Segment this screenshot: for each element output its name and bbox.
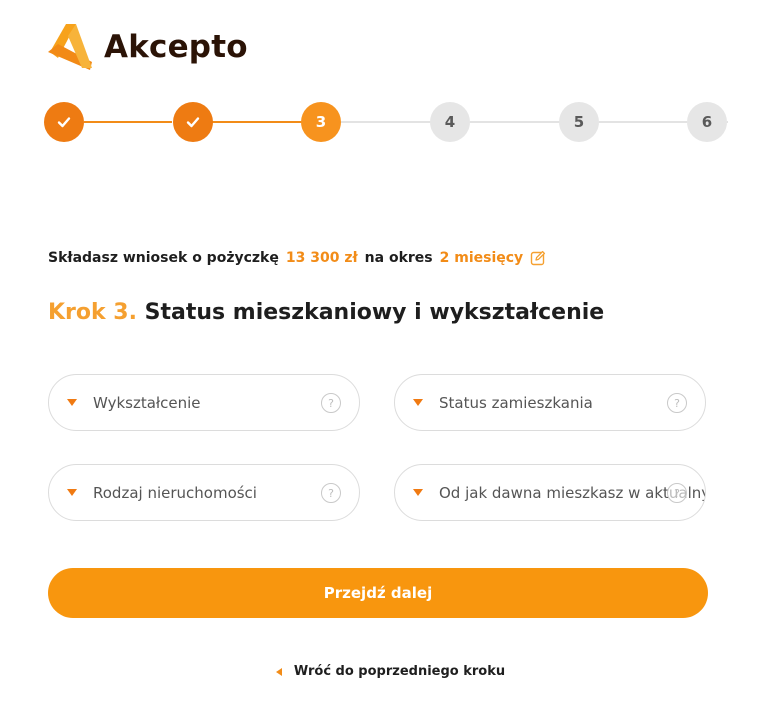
step-5: 5 [559,102,599,142]
education-placeholder: Wykształcenie [93,393,201,412]
step-connector-4 [470,121,560,123]
step-number-label: Krok 3. [48,300,137,325]
loan-period: 2 miesięcy [439,250,524,266]
akcepto-logo-icon [48,24,92,70]
back-link-label: Wróć do poprzedniego kroku [293,664,506,679]
step-4: 4 [430,102,470,142]
residence-since-placeholder: Od jak dawna mieszkasz w aktualnym [439,483,706,502]
step-connector-1 [84,121,172,123]
brand-logo[interactable]: Akcepto [44,22,248,72]
step-3: 3 [301,102,341,142]
page-title: Krok 3. Status mieszkaniowy i wykształce… [48,300,604,325]
step-connector-5 [599,121,689,123]
check-icon [57,117,71,128]
summary-middle: na okres [364,250,433,266]
chevron-down-icon [67,489,77,496]
progress-stepper: 3 4 5 6 [44,102,728,142]
chevron-down-icon [67,399,77,406]
help-icon[interactable]: ? [667,393,687,413]
residence-since-select[interactable]: Od jak dawna mieszkasz w aktualnym ? [394,464,706,521]
back-link[interactable]: Wróć do poprzedniego kroku [0,664,781,679]
step-2[interactable] [173,102,213,142]
brand-name: Akcepto [104,29,248,65]
help-icon[interactable]: ? [321,393,341,413]
step-1[interactable] [44,102,84,142]
chevron-down-icon [413,489,423,496]
property-type-select[interactable]: Rodzaj nieruchomości ? [48,464,360,521]
property-type-placeholder: Rodzaj nieruchomości [93,483,257,502]
chevron-down-icon [413,399,423,406]
loan-amount: 13 300 zł [285,250,358,266]
step-connector-2 [212,121,302,123]
loan-summary: Składasz wniosek o pożyczkę 13 300 zł na… [48,250,546,266]
step-connector-6 [727,121,728,123]
summary-prefix: Składasz wniosek o pożyczkę [48,250,279,266]
step-connector-3 [341,121,431,123]
edit-icon[interactable] [530,250,546,266]
residence-status-select[interactable]: Status zamieszkania ? [394,374,706,431]
help-icon[interactable]: ? [667,483,687,503]
residence-status-placeholder: Status zamieszkania [439,393,593,412]
step-6: 6 [687,102,727,142]
step-title-text: Status mieszkaniowy i wykształcenie [144,300,605,325]
help-icon[interactable]: ? [321,483,341,503]
next-step-button[interactable]: Przejdź dalej [48,568,708,618]
education-select[interactable]: Wykształcenie ? [48,374,360,431]
arrow-left-icon [275,667,282,676]
check-icon [186,117,200,128]
